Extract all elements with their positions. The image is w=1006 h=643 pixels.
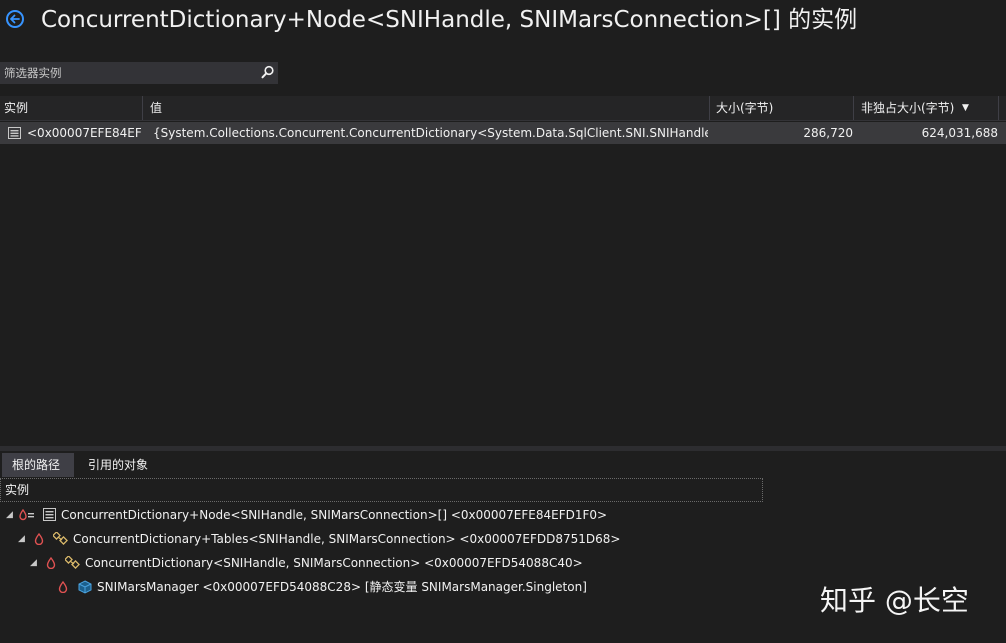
page-title: ConcurrentDictionary+Node<SNIHandle, SNI… — [41, 7, 858, 33]
pane-splitter[interactable] — [0, 446, 1006, 451]
table-row[interactable]: <0x00007EFE84EFD {System.Collections.Con… — [0, 122, 1006, 144]
memory-dump-instances-view: ConcurrentDictionary+Node<SNIHandle, SNI… — [0, 0, 1006, 643]
root-path-icon — [19, 509, 34, 521]
tree-row[interactable]: ◢ ConcurrentDictionary<SNIHandle, SNIMar… — [0, 552, 1006, 574]
tree-row[interactable]: ◢ ConcurrentDictionary+Tables<SNIHandle,… — [0, 528, 1006, 550]
tree-row-label: SNIMarsManager <0x00007EFD54088C28> [静态变… — [97, 580, 587, 594]
header: ConcurrentDictionary+Node<SNIHandle, SNI… — [0, 0, 1006, 42]
cell-value: {System.Collections.Concurrent.Concurren… — [153, 126, 708, 140]
column-header-instance[interactable]: 实例 — [0, 96, 142, 120]
filter-input[interactable] — [0, 62, 250, 84]
column-header-retained-size[interactable]: 非独占大小(字节) — [857, 96, 957, 120]
sort-descending-icon[interactable]: ▼ — [962, 96, 969, 120]
tab-paths-to-root[interactable]: 根的路径 — [2, 453, 74, 477]
watermark: 知乎 @长空 — [820, 584, 969, 617]
instances-grid-header: 实例 值 大小(字节) 非独占大小(字节) ▼ — [0, 96, 1006, 121]
column-divider[interactable] — [709, 96, 710, 120]
tree-row-label: ConcurrentDictionary+Tables<SNIHandle, S… — [73, 532, 621, 546]
back-arrow-icon — [10, 14, 20, 24]
root-path-icon — [58, 581, 68, 593]
column-header-value[interactable]: 值 — [146, 96, 706, 120]
column-header-size[interactable]: 大小(字节) — [712, 96, 852, 120]
cell-size: 286,720 — [803, 126, 853, 140]
tab-referenced-objects[interactable]: 引用的对象 — [78, 453, 168, 477]
collapse-arrow-icon[interactable]: ◢ — [6, 504, 13, 526]
column-divider[interactable] — [998, 96, 999, 120]
tree-row[interactable]: SNIMarsManager <0x00007EFD54088C28> [静态变… — [0, 576, 800, 598]
object-icon — [8, 127, 21, 139]
column-divider[interactable] — [142, 96, 143, 120]
root-path-icon — [46, 557, 56, 569]
collapse-arrow-icon[interactable]: ◢ — [18, 528, 25, 550]
array-icon — [43, 508, 56, 521]
search-icon[interactable] — [261, 65, 275, 79]
static-field-icon — [78, 580, 92, 594]
class-icon — [53, 532, 68, 545]
column-divider[interactable] — [853, 96, 854, 120]
tree-row-label: ConcurrentDictionary+Node<SNIHandle, SNI… — [61, 508, 608, 522]
tree-column-header[interactable]: 实例 — [0, 478, 763, 502]
collapse-arrow-icon[interactable]: ◢ — [30, 552, 37, 574]
root-path-icon — [34, 533, 44, 545]
bottom-tabs: 根的路径 引用的对象 — [0, 453, 1006, 477]
tree-row-label: ConcurrentDictionary<SNIHandle, SNIMarsC… — [85, 556, 583, 570]
cell-instance: <0x00007EFE84EFD — [27, 126, 141, 140]
cell-retained-size: 624,031,688 — [921, 126, 998, 140]
filter-box — [0, 62, 278, 84]
class-icon — [65, 556, 80, 569]
back-button[interactable] — [6, 10, 24, 28]
tree-row[interactable]: ◢ ConcurrentDictionary+Node<SNIHandle, S… — [0, 504, 1006, 526]
